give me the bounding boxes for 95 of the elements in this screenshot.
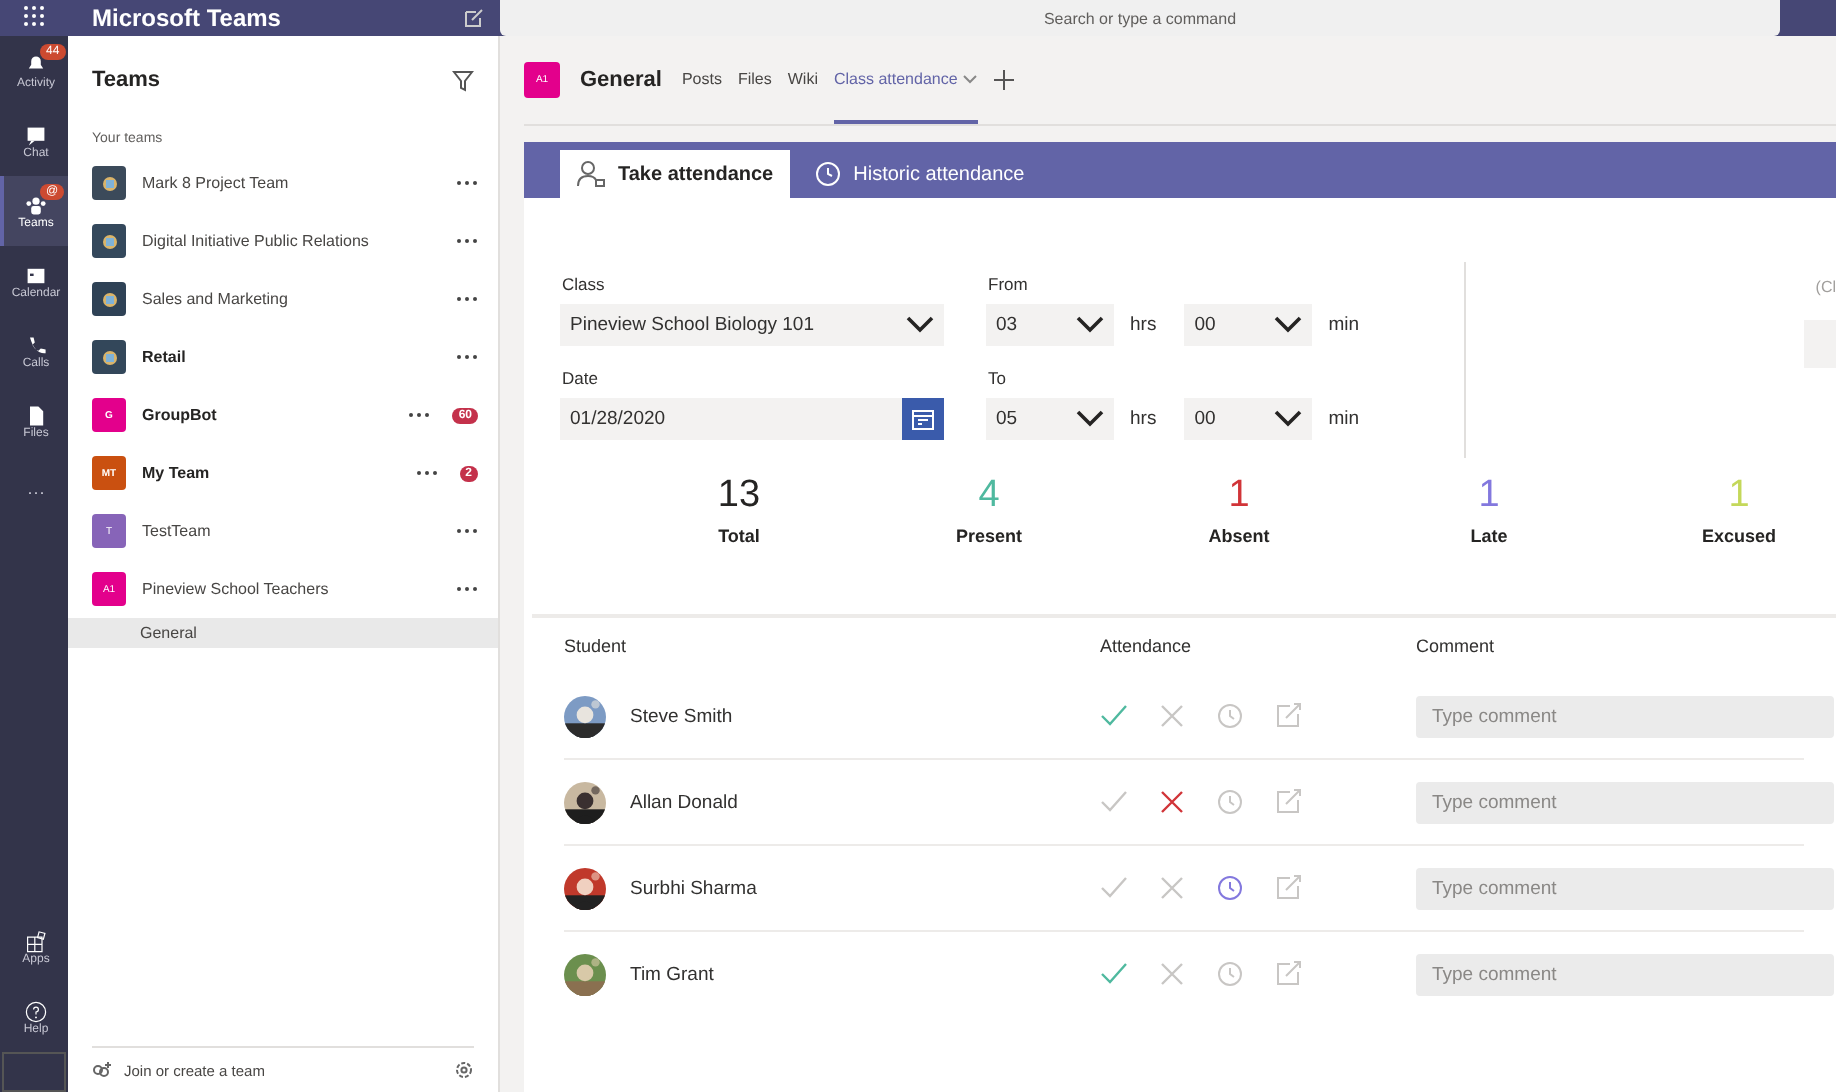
minutes-dropdown[interactable]: 00 [1184, 304, 1313, 346]
comment-field[interactable]: Type comment [1416, 781, 1834, 823]
field-label: Date [562, 368, 600, 388]
person-icon [576, 160, 606, 188]
rail-icon [24, 263, 48, 287]
column-header: Attendance [1100, 636, 1194, 656]
clock-icon[interactable] [1216, 788, 1244, 816]
team-item[interactable]: Digital Initiative Public Relations [68, 212, 498, 270]
field-label: To [988, 368, 1008, 388]
rail-icon [24, 123, 48, 147]
stat-value: 4 [978, 474, 1000, 518]
side-note: (Cl [1815, 278, 1836, 296]
stat-label: Present [955, 526, 1023, 546]
check-icon[interactable] [1100, 788, 1128, 816]
channel-item[interactable]: General [68, 618, 498, 648]
stat-label: Excused [1701, 526, 1777, 546]
stat-value: 1 [1728, 474, 1750, 518]
comment-field[interactable]: Type comment [1416, 953, 1834, 995]
chevron-down-icon [906, 316, 934, 334]
excuse-icon[interactable] [1274, 874, 1302, 902]
student-name: Allan Donald [630, 791, 738, 813]
close-icon[interactable] [1158, 788, 1186, 816]
chevron-down-icon [1076, 410, 1104, 428]
channel-tab[interactable]: Class attendance [833, 36, 978, 124]
excuse-icon[interactable] [1274, 960, 1302, 988]
team-item[interactable]: Mark 8 Project Team [68, 154, 498, 212]
rail-icon [24, 929, 48, 953]
hours-dropdown[interactable]: 05 [986, 398, 1114, 440]
class-dropdown[interactable]: Pineview School Biology 101 [560, 304, 944, 346]
minutes-dropdown[interactable]: 00 [1184, 398, 1313, 440]
search-field[interactable]: Search or type a command [500, 0, 1780, 36]
stat-value: 1 [1228, 474, 1250, 518]
more-icon[interactable] [415, 470, 438, 476]
app-launcher-icon[interactable] [24, 4, 44, 32]
stat-label: Absent [1208, 526, 1270, 546]
panel-title: Teams [92, 68, 161, 92]
caret-icon[interactable] [961, 73, 978, 83]
more-icon[interactable] [456, 354, 478, 360]
rail-icon [24, 999, 48, 1023]
more-icon[interactable] [456, 180, 478, 186]
add-tab-icon[interactable] [993, 70, 1014, 90]
rail-icon [24, 193, 48, 217]
more-icon[interactable] [456, 528, 478, 534]
student-name: Tim Grant [630, 963, 714, 985]
history-icon [813, 160, 842, 188]
chevron-down-icon [1274, 316, 1303, 334]
filter-icon[interactable] [452, 69, 474, 91]
add-team-icon [92, 1061, 112, 1079]
unit-label: hrs [1130, 408, 1157, 430]
column-header: Student [564, 636, 629, 656]
rail-icon [24, 403, 48, 427]
channel-tab[interactable]: Posts [681, 36, 722, 124]
stat-value: 1 [1478, 474, 1500, 518]
field-label: Class [562, 274, 607, 294]
settings-icon[interactable] [454, 1060, 474, 1080]
mode-tab[interactable]: Historic attendance [797, 150, 1041, 198]
stat-label: Late [1470, 526, 1508, 546]
clock-icon[interactable] [1216, 702, 1244, 730]
comment-field[interactable]: Type comment [1416, 867, 1834, 909]
more-icon[interactable] [456, 238, 478, 244]
field-label: From [988, 274, 1030, 294]
channel-name: General [580, 68, 662, 92]
hours-dropdown[interactable]: 03 [986, 304, 1114, 346]
clock-icon[interactable] [1216, 874, 1244, 902]
unit-label: hrs [1130, 314, 1157, 336]
mode-tab[interactable]: Take attendance [560, 150, 790, 198]
check-icon[interactable] [1100, 960, 1128, 988]
excuse-icon[interactable] [1274, 702, 1302, 730]
rail-item[interactable]: ··· [0, 456, 68, 526]
stat-value: 13 [717, 474, 761, 518]
clock-icon[interactable] [1216, 960, 1244, 988]
more-icon[interactable] [456, 296, 478, 302]
unit-label: min [1328, 408, 1360, 430]
student-name: Surbhi Sharma [630, 877, 757, 899]
app-title: Microsoft Teams [92, 4, 281, 32]
chevron-down-icon [1274, 410, 1303, 428]
compose-icon[interactable] [464, 8, 484, 28]
comment-field[interactable]: Type comment [1416, 695, 1834, 737]
excuse-icon[interactable] [1274, 788, 1302, 816]
stat-label: Total [718, 526, 760, 546]
team-item[interactable]: Sales and Marketing [68, 270, 498, 328]
check-icon[interactable] [1100, 702, 1128, 730]
more-icon[interactable] [408, 412, 431, 418]
rail-icon [24, 333, 48, 357]
column-header: Comment [1416, 636, 1497, 656]
date-field[interactable]: 01/28/2020 [560, 398, 944, 440]
student-name: Steve Smith [630, 705, 733, 727]
unit-label: min [1328, 314, 1360, 336]
team-item[interactable]: Retail [68, 328, 498, 386]
chevron-down-icon [1076, 316, 1104, 334]
more-icon[interactable] [456, 586, 478, 592]
calendar-icon[interactable] [902, 398, 944, 440]
channel-tab[interactable]: Files [737, 36, 772, 124]
check-icon[interactable] [1100, 874, 1128, 902]
channel-tab[interactable]: Wiki [787, 36, 818, 124]
